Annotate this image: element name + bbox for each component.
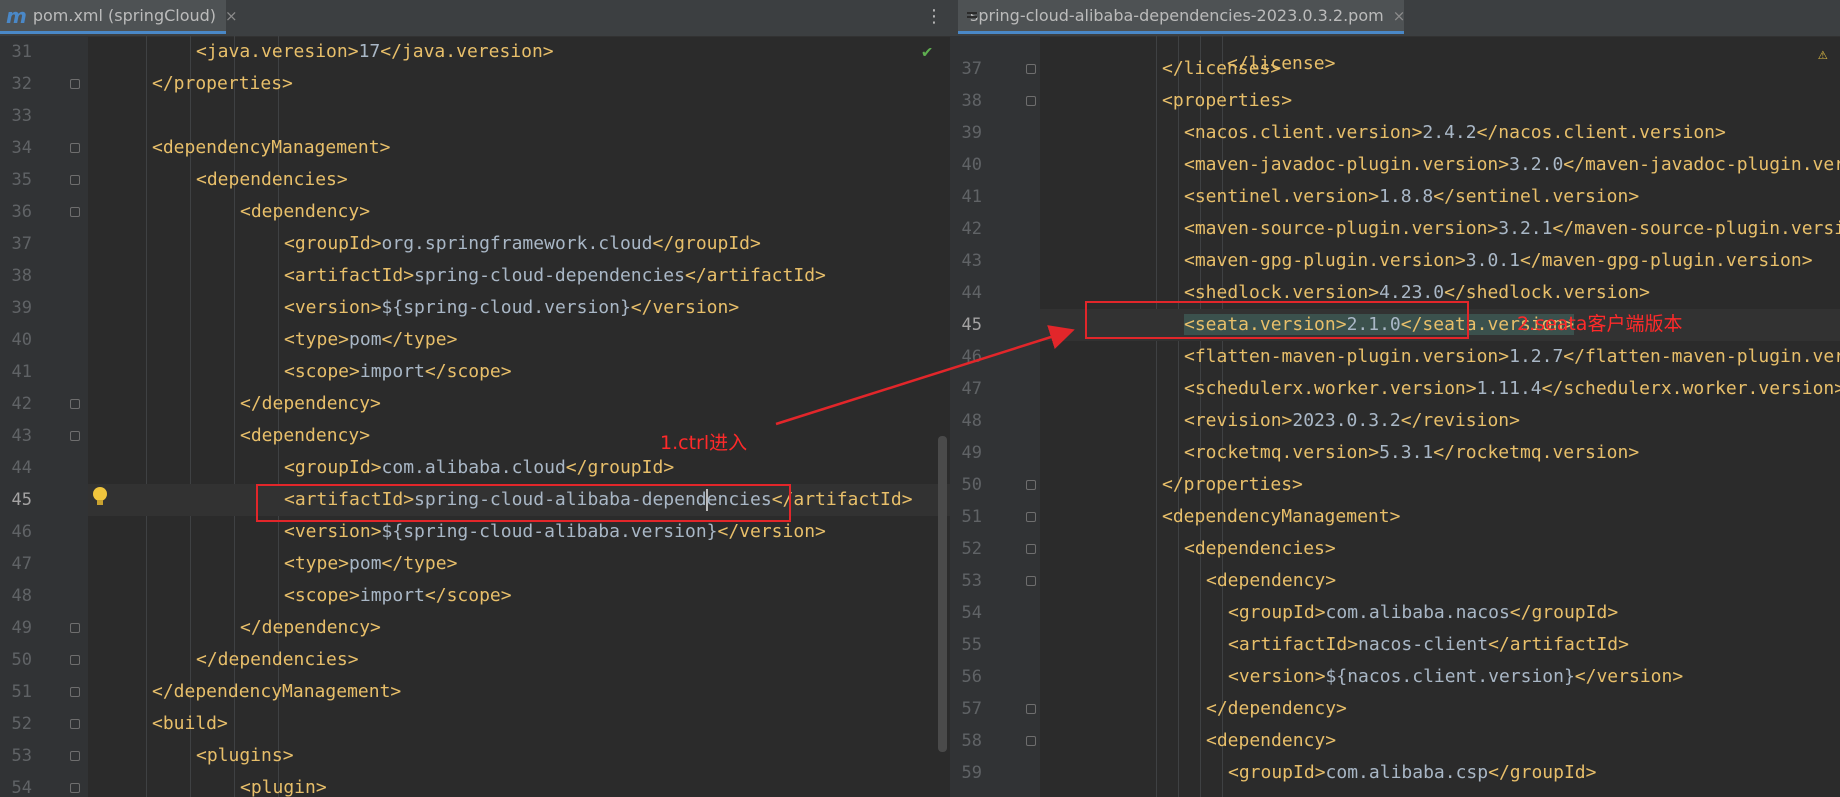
annotation-arrow (775, 325, 1075, 426)
